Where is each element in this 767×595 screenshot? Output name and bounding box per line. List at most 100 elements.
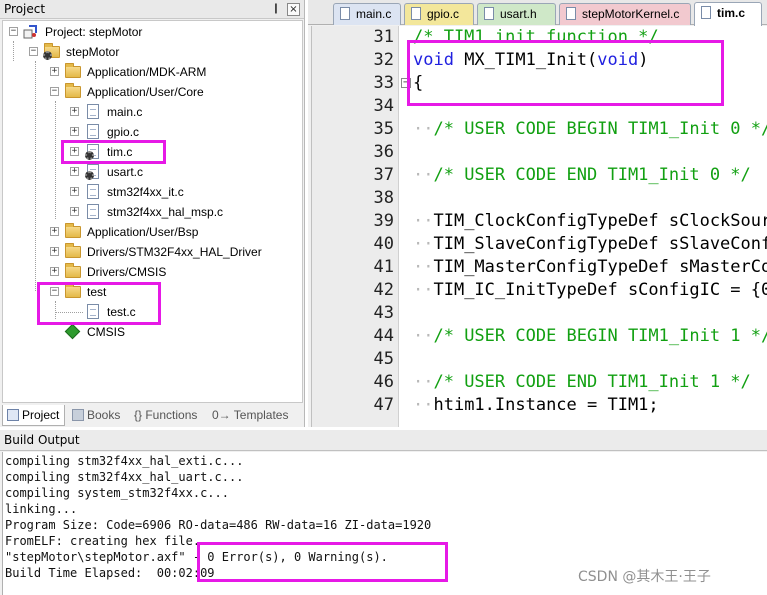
- build-output-title: Build Output: [0, 430, 767, 451]
- code-editor[interactable]: 31 /* TIM1 init function */ 32 void MX_TIM1…: [311, 26, 767, 427]
- build-log-line: "stepMotor\stepMotor.axf" - 0 Error(s), …: [5, 550, 388, 564]
- line-number: 47: [373, 395, 394, 415]
- expand-icon[interactable]: +: [50, 267, 59, 276]
- expand-icon[interactable]: +: [50, 227, 59, 236]
- tree-item-file-test[interactable]: test.c: [3, 302, 293, 322]
- expand-icon[interactable]: +: [70, 167, 79, 176]
- tree-item-file[interactable]: + tim.c: [3, 142, 293, 162]
- collapse-icon[interactable]: −: [9, 27, 18, 36]
- books-icon: [72, 409, 84, 421]
- c-file-icon: [87, 304, 99, 319]
- tab-books[interactable]: Books: [70, 405, 126, 426]
- line-number: 43: [373, 303, 394, 323]
- watermark: CSDN @其木王·王子: [578, 569, 711, 585]
- code-comment: /* USER CODE END TIM1_Init 0 */: [433, 165, 751, 185]
- tab-functions[interactable]: {} Functions: [130, 405, 204, 426]
- line-number: 44: [373, 326, 394, 346]
- tab-templates[interactable]: 0→ Templates: [208, 405, 298, 426]
- tree-item-folder[interactable]: + Application/MDK-ARM: [3, 62, 293, 82]
- expand-icon[interactable]: +: [50, 247, 59, 256]
- expand-icon[interactable]: +: [50, 67, 59, 76]
- tab-usart-h[interactable]: usart.h: [477, 3, 556, 25]
- tab-gpio-c[interactable]: gpio.c: [404, 3, 474, 25]
- tab-tim-c[interactable]: tim.c: [694, 2, 762, 26]
- build-log-line: linking...: [5, 502, 78, 516]
- tree-item-file[interactable]: + stm32f4xx_hal_msp.c: [3, 202, 293, 222]
- code-line: ··/* USER CODE BEGIN TIM1_Init 1 */: [413, 325, 767, 348]
- tree-item-folder[interactable]: + Drivers/STM32F4xx_HAL_Driver: [3, 242, 293, 262]
- code-line: ··/* USER CODE END TIM1_Init 1 */: [413, 371, 751, 394]
- tree-item-target[interactable]: − stepMotor: [3, 42, 293, 62]
- expand-icon[interactable]: +: [70, 207, 79, 216]
- line-number: 45: [373, 349, 394, 369]
- tab-stepmotorkernel-c[interactable]: stepMotorKernel.c: [559, 3, 691, 25]
- tree-item-file[interactable]: + gpio.c: [3, 122, 293, 142]
- tree-item-label: Application/User/Bsp: [87, 225, 199, 239]
- project-panel: Project ❙ × − Project: stepMotor − stepM…: [0, 0, 305, 427]
- tree-item-folder[interactable]: − Application/User/Core: [3, 82, 293, 102]
- tab-label: stepMotorKernel.c: [582, 7, 680, 21]
- code-text: MX_TIM1_Init(: [453, 50, 598, 70]
- indent-guide: ··: [413, 211, 434, 231]
- line-number: 34: [373, 96, 394, 116]
- tab-label: main.c: [356, 7, 392, 21]
- pin-icon[interactable]: ❙: [270, 3, 282, 15]
- tab-label: tim.c: [717, 6, 746, 20]
- tab-main-c[interactable]: main.c: [333, 3, 401, 25]
- line-number: 37: [373, 165, 394, 185]
- collapse-icon[interactable]: −: [50, 87, 59, 96]
- tree-item-folder[interactable]: + Drivers/CMSIS: [3, 262, 293, 282]
- expand-icon[interactable]: +: [70, 147, 79, 156]
- collapse-icon[interactable]: −: [29, 47, 38, 56]
- build-log-line: compiling stm32f4xx_hal_uart.c...: [5, 470, 244, 484]
- fold-collapse-icon[interactable]: −: [401, 78, 411, 88]
- project-bottom-tabs: Project Books {} Functions 0→ Templates: [0, 405, 304, 427]
- line-number: 42: [373, 280, 394, 300]
- c-file-icon: [87, 124, 99, 139]
- line-number: 33: [373, 73, 394, 93]
- folder-open-icon: [65, 83, 81, 98]
- tree-item-project-root[interactable]: − Project: stepMotor: [3, 22, 293, 42]
- project-panel-title: Project ❙ ×: [0, 0, 304, 19]
- tab-label: 0→ Templates: [212, 408, 289, 422]
- project-icon: [23, 25, 38, 39]
- code-text: TIM_SlaveConfigTypeDef sSlaveConfig = {0…: [433, 234, 767, 254]
- tree-item-file[interactable]: + stm32f4xx_it.c: [3, 182, 293, 202]
- tree-item-file[interactable]: + main.c: [3, 102, 293, 122]
- code-line: ··TIM_MasterConfigTypeDef sMasterConfig …: [413, 256, 767, 279]
- tree-item-component[interactable]: CMSIS: [3, 322, 293, 342]
- tree-item-label: stm32f4xx_it.c: [107, 185, 184, 199]
- code-line: void MX_TIM1_Init(void): [413, 49, 648, 72]
- code-line: ··/* USER CODE END TIM1_Init 0 */: [413, 164, 751, 187]
- tab-label: Books: [87, 408, 121, 422]
- code-text: TIM_IC_InitTypeDef sConfigIC = {0};: [433, 280, 767, 300]
- tree-item-label: gpio.c: [107, 125, 140, 139]
- expand-icon[interactable]: +: [70, 127, 79, 136]
- c-file-icon: [87, 184, 99, 199]
- tree-item-label: Project: stepMotor: [45, 25, 143, 39]
- line-number: 46: [373, 372, 394, 392]
- expand-icon[interactable]: +: [70, 107, 79, 116]
- tree-item-folder[interactable]: + Application/User/Bsp: [3, 222, 293, 242]
- indent-guide: ··: [413, 234, 434, 254]
- build-log-line: Program Size: Code=6906 RO-data=486 RW-d…: [5, 518, 432, 532]
- code-text: htim1.Instance = TIM1;: [433, 395, 659, 415]
- build-log-line: compiling system_stm32f4xx.c...: [5, 486, 229, 500]
- build-log-line: Build Time Elapsed: 00:02:09: [5, 566, 215, 580]
- close-icon[interactable]: ×: [287, 3, 300, 16]
- code-comment: /* USER CODE BEGIN TIM1_Init 1 */: [433, 326, 767, 346]
- c-file-icon: [87, 104, 99, 119]
- tree-item-label: Application/User/Core: [87, 85, 204, 99]
- code-text: TIM_ClockConfigTypeDef sClockSourceConfi…: [433, 211, 767, 231]
- expand-icon[interactable]: +: [70, 187, 79, 196]
- code-line: /* TIM1 init function */: [413, 26, 659, 49]
- line-number: 38: [373, 188, 394, 208]
- tree-item-label: stm32f4xx_hal_msp.c: [107, 205, 224, 219]
- tab-project[interactable]: Project: [2, 405, 65, 426]
- tree-item-file[interactable]: + usart.c: [3, 162, 293, 182]
- tree-item-folder-test[interactable]: − test: [3, 282, 293, 302]
- c-file-icon: [566, 7, 576, 20]
- collapse-icon[interactable]: −: [50, 287, 59, 296]
- code-comment: /* USER CODE BEGIN TIM1_Init 0 */: [433, 119, 767, 139]
- tree-item-label: tim.c: [107, 145, 133, 159]
